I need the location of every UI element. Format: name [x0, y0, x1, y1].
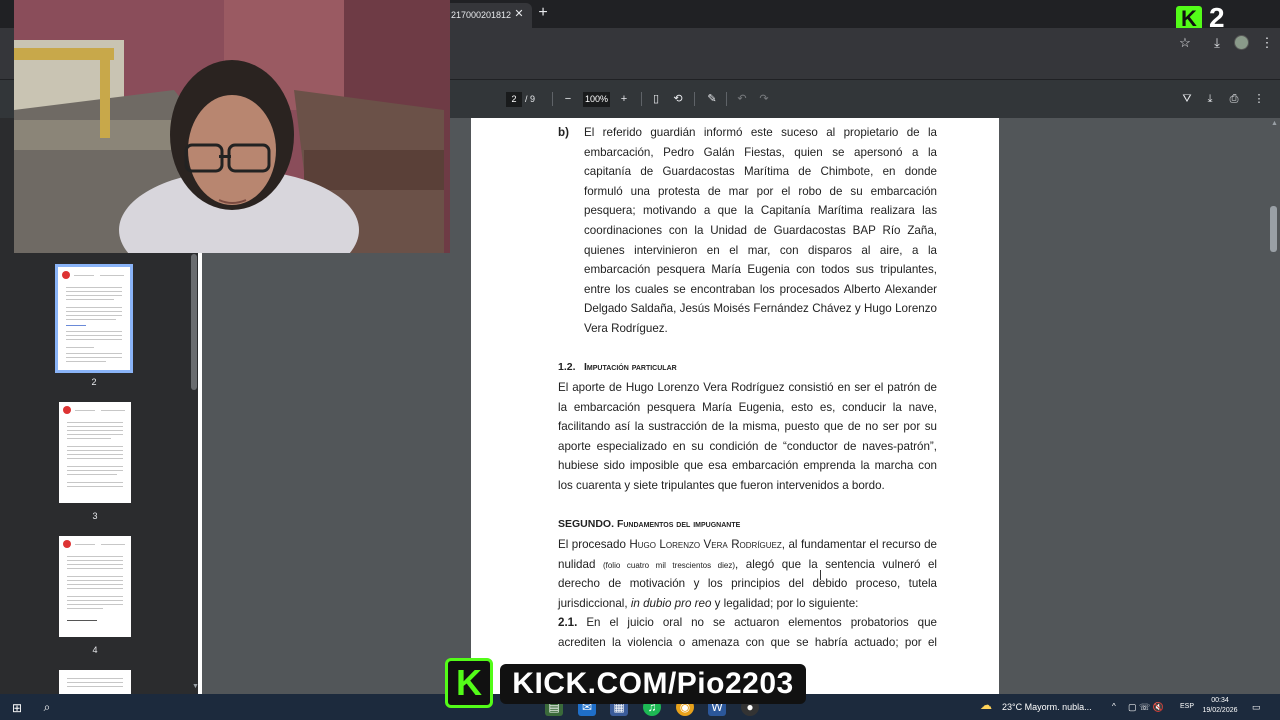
latin-phrase: in dubio pro reo [630, 597, 712, 610]
tray-icons[interactable]: ▢ ☏ 🔇 [1128, 700, 1164, 714]
section-title: Imputación particular [584, 361, 677, 373]
main-scrollbar-thumb[interactable] [1270, 206, 1277, 252]
tab-close-icon[interactable]: ✕ [512, 7, 526, 21]
language-indicator[interactable]: ESP [1180, 700, 1194, 714]
folio-reference: (folio cuatro mil trescientos diez) [602, 561, 736, 570]
weather-text[interactable]: 23°C Mayorm. nubla... [1002, 700, 1092, 714]
paragraph-line: la embarcación pesquera María Eugenia, e… [558, 400, 937, 414]
paragraph-line: jurisdiccional, in dubio pro reo y legal… [558, 594, 858, 614]
tab-title: 217000201812 [451, 10, 512, 20]
paragraph-line: hubiese sido imposible que esa embarcaci… [558, 459, 937, 473]
paragraph-line: El aporte de Hugo Lorenzo Vera Rodríguez… [558, 381, 937, 394]
text-run: , al fundamentar el recurso de [781, 538, 937, 551]
paragraph-line: El referido guardián informó este suceso… [584, 126, 937, 139]
item-number: 2.1. [558, 616, 578, 629]
paragraph-line: Delgado Saldaña, Jesús Moisés Fernández … [584, 302, 937, 316]
thumbnail-page-2[interactable] [55, 264, 133, 373]
clock-time: 00:34 [1211, 697, 1229, 704]
kick-banner-logo: K [445, 658, 493, 708]
notifications-icon[interactable]: ▭ [1252, 700, 1261, 714]
text-run: jurisdiccional, [558, 597, 628, 610]
paragraph-line: nulidad (folio cuatro mil trescientos di… [558, 555, 937, 576]
webcam-image [14, 0, 450, 253]
search-icon[interactable]: ⌕ [38, 698, 56, 716]
thumbnail-label: 4 [92, 645, 98, 655]
toolbar-divider [694, 92, 695, 106]
paragraph-line: aporte especializado en su condición de … [558, 439, 937, 453]
text-cursor [820, 570, 821, 580]
print-icon[interactable]: ⎙ [1226, 91, 1242, 107]
zoom-in-button[interactable]: + [616, 91, 632, 107]
weather-icon[interactable]: ☁ [980, 697, 996, 713]
paragraph-line: los cuarenta y siete tripulantes que fue… [558, 478, 885, 492]
scroll-up-icon[interactable]: ▲ [1271, 120, 1278, 127]
new-tab-button[interactable]: + [535, 5, 551, 21]
text-run: El procesado [558, 538, 626, 551]
item-b-marker: b) [558, 126, 569, 139]
browser-menu-icon[interactable]: ⋮ [1258, 34, 1276, 52]
paragraph-line: derecho de motivación y los principios d… [558, 577, 937, 590]
thumbnail-page-5[interactable] [59, 670, 131, 694]
paragraph-line: pesquera; motivando a que la Capitanía M… [584, 204, 937, 218]
segundo-heading: SEGUNDO. [558, 518, 615, 530]
paragraph-line: capitanía de Guardacostas Marítima de Ch… [584, 165, 937, 179]
paragraph-line: formuló una protesta de mar por el robo … [584, 184, 937, 198]
paragraph-line: Vera Rodríguez. [584, 321, 668, 335]
annotate-pen-icon[interactable]: ✎ [704, 91, 720, 107]
thumbnail-page-4[interactable] [59, 536, 131, 637]
paragraph-line: embarcación, Pedro Galán Fiestas, quien … [584, 145, 937, 159]
download-icon[interactable]: ⤓ [1202, 91, 1218, 107]
taskbar-clock[interactable]: 00:34 19/02/2026 [1200, 696, 1240, 716]
profile-avatar[interactable] [1234, 35, 1249, 50]
more-options-icon[interactable]: ⋮ [1251, 91, 1267, 107]
paragraph-line: coordinaciones con la Unidad de Guardaco… [584, 223, 937, 237]
toolbar-divider [726, 92, 727, 106]
zoom-input[interactable]: 100% [583, 92, 610, 107]
drive-save-icon[interactable]: ⛛ [1179, 91, 1195, 107]
section-number: 1.2. [558, 361, 576, 373]
windows-start-icon[interactable]: ⊞ [8, 699, 26, 717]
defendant-name: Hugo Lorenzo Vera Rodríguez [629, 538, 782, 551]
zoom-out-button[interactable]: − [560, 91, 576, 107]
thumbnail-page-3[interactable] [59, 402, 131, 503]
rotate-icon[interactable]: ⟲ [670, 91, 686, 107]
toolbar-divider [641, 92, 642, 106]
text-run: nulidad [558, 558, 596, 571]
paragraph-line: facilitando así la sustracción de la mis… [558, 420, 937, 434]
paragraph-line: acrediten la violencia o amenaza con que… [558, 636, 937, 649]
paragraph-line: quienes intervinieron en el mar, con dis… [584, 243, 937, 257]
sidebar-scrollbar-thumb[interactable] [191, 254, 197, 390]
segundo-heading-line: SEGUNDO. Fundamentos del impugnante [558, 515, 740, 535]
paragraph-line: embarcación pesquera María Eugenia con t… [584, 263, 937, 277]
downloads-icon[interactable]: ⤓ [1208, 34, 1226, 52]
text-run: En el juicio oral no se actuaron element… [586, 616, 937, 629]
page-total: / 9 [525, 94, 536, 104]
paragraph-line: entre los cuales se encontraban los proc… [584, 282, 937, 296]
clock-date: 19/02/2026 [1202, 707, 1238, 714]
section-12-paragraph: El aporte de Hugo Lorenzo Vera Rodríguez… [558, 378, 937, 496]
tray-chevron-icon[interactable]: ^ [1112, 700, 1116, 714]
page-number-input[interactable]: 2 [506, 92, 522, 107]
undo-icon[interactable]: ↶ [734, 91, 750, 107]
paragraph-line: El procesado Hugo Lorenzo Vera Rodríguez… [558, 535, 937, 555]
webcam-overlay [14, 0, 450, 253]
bookmark-star-icon[interactable]: ☆ [1176, 34, 1194, 52]
fit-page-icon[interactable]: ▯ [648, 91, 664, 107]
kick-banner-url: KICK.COM/Pio2203 [500, 664, 806, 704]
redo-icon[interactable]: ↷ [756, 91, 772, 107]
text-run: y legalidad; por lo siguiente: [714, 597, 859, 610]
thumbnail-label: 3 [92, 511, 98, 521]
pdf-page: b) El referido guardián informó este suc… [471, 118, 999, 694]
item-b-paragraph: El referido guardián informó este suceso… [584, 123, 937, 339]
paragraph-line: 2.1. En el juicio oral no se actuaron el… [558, 613, 937, 633]
text-run: , alegó que la sentencia vulneró el [735, 558, 937, 571]
toolbar-divider [552, 92, 553, 106]
segundo-title: Fundamentos del impugnante [616, 518, 741, 530]
thumbnail-label: 2 [91, 377, 97, 387]
